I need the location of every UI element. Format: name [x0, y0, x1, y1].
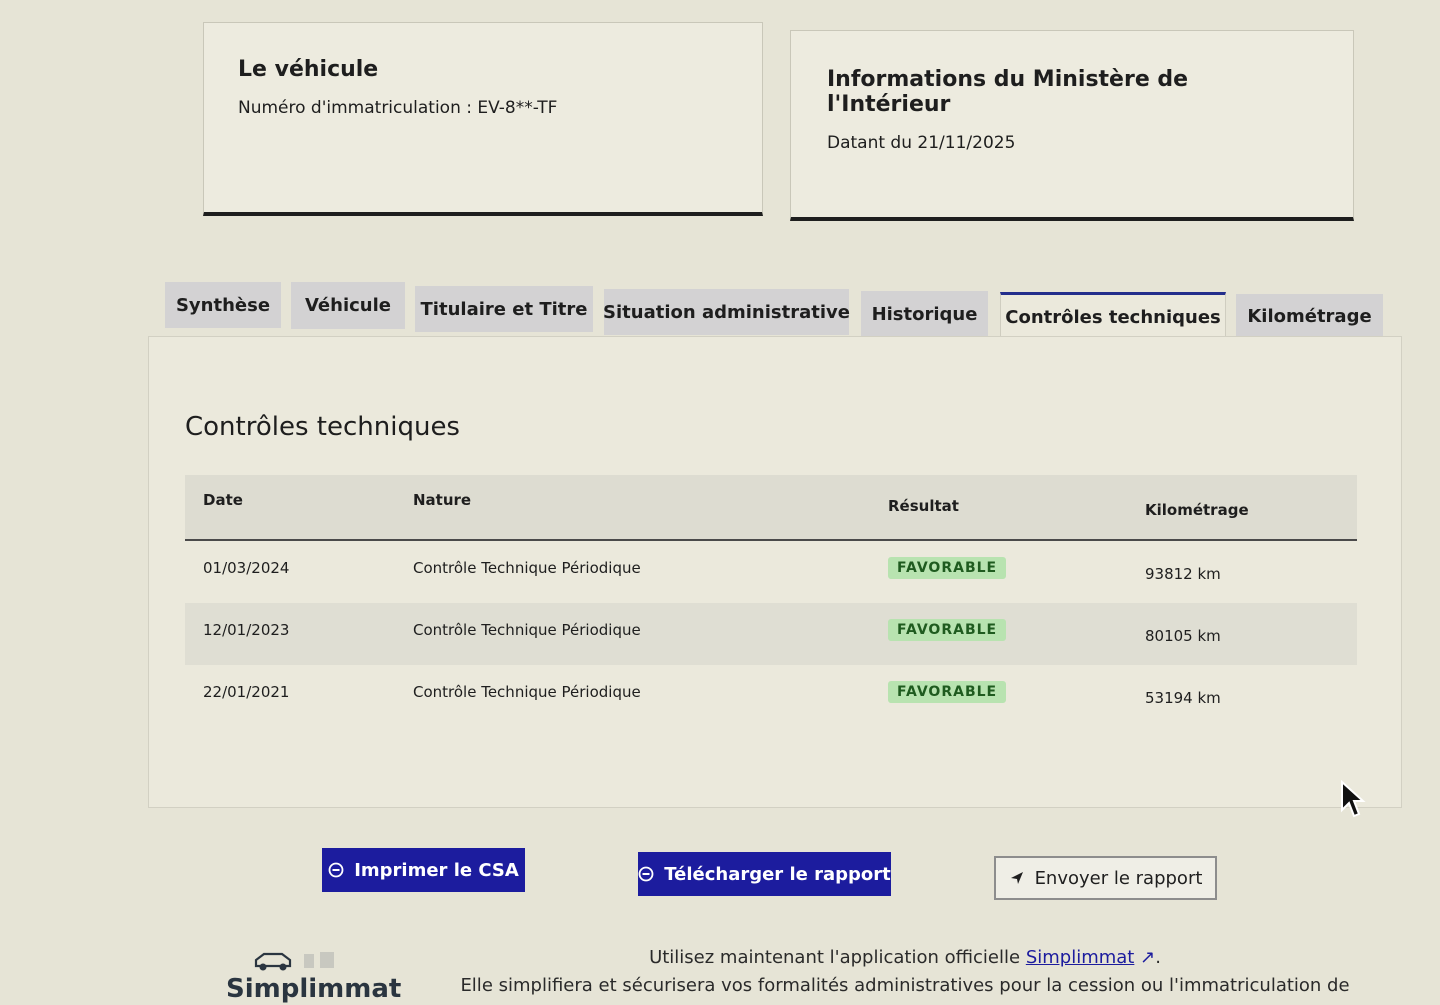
result-badge: FAVORABLE: [888, 681, 1007, 703]
ministry-card: Informations du Ministère de l'Intérieur…: [790, 30, 1354, 221]
col-resultat: Résultat: [888, 497, 959, 515]
controles-panel: Contrôles techniques Date Nature Résulta…: [148, 336, 1402, 808]
car-icon: [254, 952, 334, 971]
footer-text: Utilisez maintenant l'application offici…: [440, 944, 1370, 1000]
send-report-label: Envoyer le rapport: [1034, 867, 1203, 889]
table-row: 01/03/2024 Contrôle Technique Périodique…: [185, 541, 1357, 603]
row-date: 22/01/2021: [203, 683, 290, 701]
table-row: 22/01/2021 Contrôle Technique Périodique…: [185, 665, 1357, 727]
ministry-card-title: Informations du Ministère de l'Intérieur: [827, 67, 1189, 117]
row-km: 93812 km: [1145, 565, 1221, 583]
print-csa-label: Imprimer le CSA: [354, 859, 519, 881]
tab-controles-techniques[interactable]: Contrôles techniques: [1000, 292, 1226, 340]
footer-line-1-prefix: Utilisez maintenant l'application offici…: [649, 947, 1021, 968]
row-nature: Contrôle Technique Périodique: [413, 559, 641, 577]
result-badge: FAVORABLE: [888, 619, 1007, 641]
plate-number: Numéro d'immatriculation : EV-8**-TF: [238, 98, 558, 118]
print-icon: [328, 862, 344, 878]
simplimmat-link[interactable]: Simplimmat: [1026, 947, 1135, 968]
table-header: Date Nature Résultat Kilométrage: [185, 475, 1357, 541]
footer-line-1-suffix: .: [1155, 947, 1161, 968]
row-nature: Contrôle Technique Périodique: [413, 683, 641, 701]
tab-synthese[interactable]: Synthèse: [165, 282, 281, 328]
vehicle-card: Le véhicule Numéro d'immatriculation : E…: [203, 22, 763, 216]
tab-titulaire[interactable]: Titulaire et Titre: [415, 286, 593, 332]
download-icon: [638, 866, 654, 882]
col-kilometrage: Kilométrage: [1145, 501, 1249, 519]
footer-line-1: Utilisez maintenant l'application offici…: [440, 944, 1370, 972]
table-row: 12/01/2023 Contrôle Technique Périodique…: [185, 603, 1357, 665]
download-report-label: Télécharger le rapport: [664, 863, 891, 885]
col-nature: Nature: [413, 491, 472, 509]
send-icon: [1010, 872, 1023, 884]
tab-bar: Synthèse Véhicule Titulaire et Titre Sit…: [165, 282, 1385, 340]
row-km: 53194 km: [1145, 689, 1221, 707]
vehicle-card-title: Le véhicule: [238, 57, 379, 82]
panel-title: Contrôles techniques: [185, 412, 460, 442]
tab-vehicule[interactable]: Véhicule: [291, 282, 405, 329]
row-date: 01/03/2024: [203, 559, 290, 577]
controles-table: Date Nature Résultat Kilométrage 01/03/2…: [185, 475, 1357, 727]
tab-situation-administrative[interactable]: Situation administrative: [603, 289, 850, 335]
mouse-cursor-icon: [1341, 780, 1366, 818]
row-date: 12/01/2023: [203, 621, 290, 639]
tab-kilometrage[interactable]: Kilométrage: [1236, 294, 1383, 338]
data-date: Datant du 21/11/2025: [827, 133, 1016, 153]
simplimmat-logo: Simplimmat: [224, 944, 404, 1005]
logo-text: Simplimmat: [226, 974, 402, 1004]
row-nature: Contrôle Technique Périodique: [413, 621, 641, 639]
send-report-button[interactable]: Envoyer le rapport: [994, 856, 1217, 900]
print-csa-button[interactable]: Imprimer le CSA: [322, 848, 525, 892]
external-link-icon: ↗: [1140, 947, 1156, 968]
row-km: 80105 km: [1145, 627, 1221, 645]
col-date: Date: [203, 491, 243, 509]
download-report-button[interactable]: Télécharger le rapport: [638, 852, 891, 896]
tab-historique[interactable]: Historique: [861, 291, 988, 337]
result-badge: FAVORABLE: [888, 557, 1007, 579]
footer-line-2: Elle simplifiera et sécurisera vos forma…: [460, 975, 1350, 996]
